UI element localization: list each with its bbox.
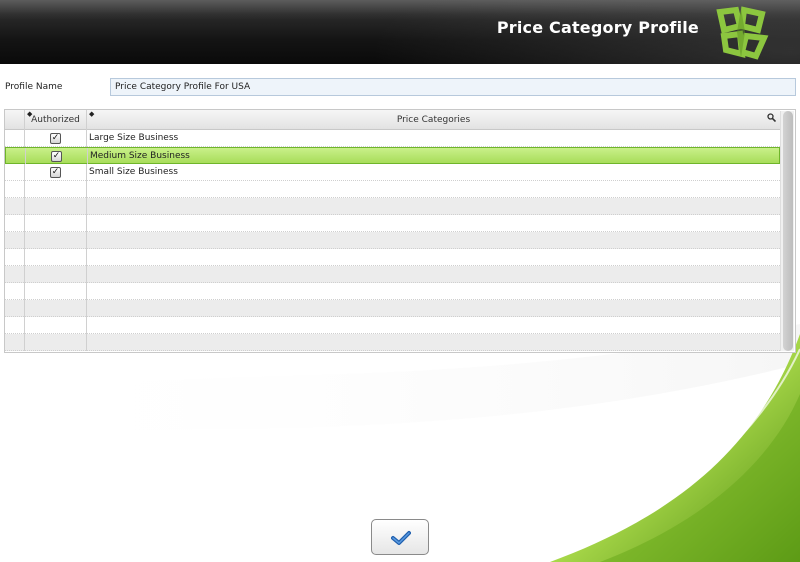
empty-row [5, 283, 780, 300]
row-selector-header[interactable] [5, 110, 25, 130]
authorized-cell [25, 317, 87, 334]
table-row[interactable]: ✓ Small Size Business [5, 164, 780, 181]
sort-icon: ◆ [89, 110, 95, 118]
profile-name-input[interactable] [110, 78, 796, 96]
row-selector [5, 232, 25, 249]
empty-row [5, 317, 780, 334]
authorized-checkbox[interactable]: ✓ [50, 133, 61, 144]
empty-row [5, 198, 780, 215]
authorized-cell: ✓ [25, 164, 87, 181]
authorized-cell [25, 334, 87, 351]
empty-row [5, 232, 780, 249]
category-cell: Medium Size Business [90, 151, 190, 161]
confirm-button[interactable] [371, 519, 429, 555]
row-selector [5, 266, 25, 283]
title-bar: Price Category Profile [0, 0, 800, 64]
search-icon[interactable] [767, 113, 776, 122]
scrollbar-thumb[interactable] [783, 111, 793, 351]
empty-row [5, 215, 780, 232]
authorized-checkbox[interactable]: ✓ [50, 167, 61, 178]
page-title: Price Category Profile [496, 18, 699, 37]
column-label-price-categories: Price Categories [396, 115, 471, 125]
price-category-grid: ◆ Authorized ◆ Price Categories ✓ Large … [4, 109, 796, 353]
column-header-price-categories[interactable]: ◆ Price Categories [87, 110, 780, 130]
authorized-cell [25, 300, 87, 317]
clover-logo-icon [716, 6, 769, 60]
empty-row [5, 181, 780, 198]
row-selector [5, 283, 25, 300]
column-header-authorized[interactable]: ◆ Authorized [25, 110, 87, 130]
row-selector[interactable] [5, 164, 25, 181]
grid-body: ✓ Large Size Business ✓ Medium Size Busi… [5, 130, 780, 352]
row-selector [5, 198, 25, 215]
authorized-cell [25, 181, 87, 198]
row-selector [5, 181, 25, 198]
row-selector [5, 215, 25, 232]
category-cell: Large Size Business [89, 133, 179, 143]
checkmark-icon [391, 531, 411, 545]
row-selector [5, 334, 25, 351]
table-row[interactable]: ✓ Large Size Business [5, 130, 780, 147]
empty-row [5, 334, 780, 351]
vertical-scrollbar[interactable] [780, 111, 794, 351]
authorized-cell: ✓ [26, 148, 88, 165]
empty-row [5, 266, 780, 283]
row-selector [5, 317, 25, 334]
table-row-selected[interactable]: ✓ Medium Size Business [5, 147, 780, 165]
grid-header: ◆ Authorized ◆ Price Categories [5, 110, 780, 130]
row-selector [5, 249, 25, 266]
authorized-cell [25, 266, 87, 283]
authorized-checkbox[interactable]: ✓ [51, 151, 62, 162]
sort-icon: ◆ [27, 110, 33, 118]
column-label-authorized: Authorized [31, 115, 80, 125]
row-selector[interactable] [5, 130, 25, 147]
authorized-cell [25, 283, 87, 300]
row-selector [5, 300, 25, 317]
category-cell: Small Size Business [89, 167, 178, 177]
profile-name-label: Profile Name [5, 82, 63, 92]
row-selector[interactable] [6, 148, 26, 165]
authorized-cell [25, 215, 87, 232]
empty-row [5, 300, 780, 317]
authorized-cell [25, 198, 87, 215]
empty-row [5, 249, 780, 266]
authorized-cell: ✓ [25, 130, 87, 147]
header-gloss [0, 0, 800, 20]
authorized-cell [25, 232, 87, 249]
authorized-cell [25, 249, 87, 266]
